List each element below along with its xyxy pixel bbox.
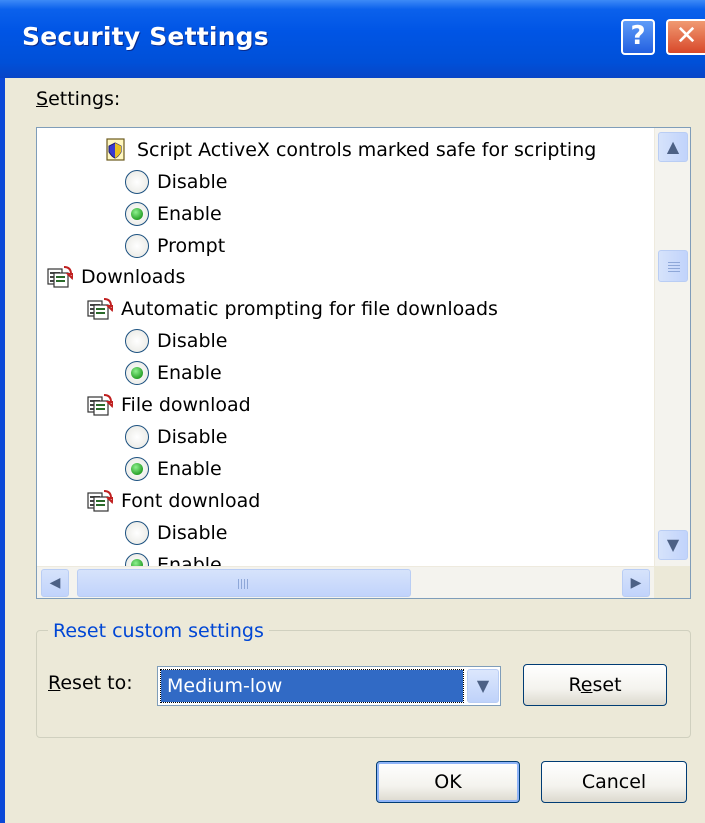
tree-node-label: Automatic prompting for file downloads bbox=[121, 298, 498, 320]
radio-label: Disable bbox=[157, 426, 228, 448]
radio-label: Prompt bbox=[157, 235, 226, 257]
dialog-title: Security Settings bbox=[22, 22, 269, 51]
radio-button[interactable] bbox=[125, 170, 149, 194]
title-bar[interactable]: Security Settings ? ✕ bbox=[0, 0, 705, 78]
radio-button[interactable] bbox=[125, 521, 149, 545]
radio-label: Enable bbox=[157, 362, 222, 384]
security-settings-dialog: Security Settings ? ✕ Settings: Script A… bbox=[0, 0, 705, 823]
radio-button-checked[interactable] bbox=[125, 457, 149, 481]
radio-button[interactable] bbox=[125, 425, 149, 449]
radio-label: Enable bbox=[157, 203, 222, 225]
radio-button-checked[interactable] bbox=[125, 361, 149, 385]
scrollbar-corner bbox=[654, 566, 690, 598]
reset-level-value[interactable]: Medium-low bbox=[160, 669, 464, 703]
cancel-button[interactable]: Cancel bbox=[541, 761, 687, 803]
tree-node-label: File download bbox=[121, 394, 251, 416]
downloads-icon bbox=[87, 394, 113, 416]
ok-button[interactable]: OK bbox=[376, 761, 520, 803]
horizontal-scroll-thumb[interactable] bbox=[77, 569, 411, 597]
settings-tree[interactable]: Script ActiveX controls marked safe for … bbox=[36, 127, 691, 599]
scroll-up-button[interactable]: ▲ bbox=[658, 132, 688, 162]
scroll-left-button[interactable]: ◀ bbox=[41, 569, 69, 597]
tree-node-label: Font download bbox=[121, 490, 261, 512]
help-button[interactable]: ? bbox=[621, 19, 655, 55]
settings-label: Settings: bbox=[36, 88, 121, 110]
radio-label: Enable bbox=[157, 458, 222, 480]
horizontal-scrollbar[interactable]: ◀ ▶ bbox=[37, 566, 654, 598]
radio-button[interactable] bbox=[125, 329, 149, 353]
tree-node-label: Downloads bbox=[81, 266, 186, 288]
radio-label: Disable bbox=[157, 171, 228, 193]
downloads-icon bbox=[47, 266, 73, 288]
script-icon bbox=[106, 138, 125, 161]
scroll-down-button[interactable]: ▼ bbox=[658, 530, 688, 560]
chevron-down-icon[interactable]: ▼ bbox=[467, 669, 499, 703]
vertical-scrollbar[interactable]: ▲ ▼ bbox=[654, 128, 690, 566]
radio-label: Disable bbox=[157, 522, 228, 544]
radio-button-checked[interactable] bbox=[125, 202, 149, 226]
close-button[interactable]: ✕ bbox=[666, 19, 705, 55]
reset-button[interactable]: Reset bbox=[523, 664, 667, 706]
reset-group-legend: Reset custom settings bbox=[48, 620, 269, 642]
downloads-icon bbox=[87, 490, 113, 512]
window-border bbox=[0, 78, 5, 823]
reset-to-label: Reset to: bbox=[48, 672, 133, 694]
reset-level-dropdown[interactable]: Medium-low ▼ bbox=[157, 666, 501, 706]
radio-label: Disable bbox=[157, 330, 228, 352]
radio-button[interactable] bbox=[125, 234, 149, 258]
vertical-scroll-thumb[interactable] bbox=[658, 250, 688, 282]
scroll-right-button[interactable]: ▶ bbox=[622, 569, 650, 597]
downloads-icon bbox=[87, 298, 113, 320]
tree-node-label: Script ActiveX controls marked safe for … bbox=[137, 139, 597, 161]
